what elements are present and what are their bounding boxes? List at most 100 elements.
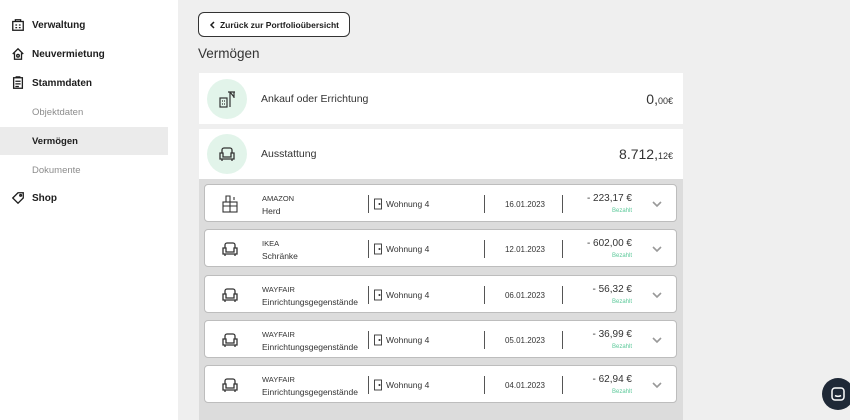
amount-main: 8.712, <box>619 146 658 162</box>
expense-item: Einrichtungsgegenstände <box>262 387 358 397</box>
chat-button[interactable] <box>822 378 850 410</box>
door-icon <box>374 243 382 255</box>
armchair-icon <box>219 374 241 396</box>
expense-amount: - 36,99 € <box>592 329 632 340</box>
expense-list: AMAZON Herd Wohnung 4 16.01.2023 - 223,1… <box>199 179 683 420</box>
expense-vendor: WAYFAIR <box>262 330 295 339</box>
sidebar-item-shop[interactable]: Shop <box>0 184 168 212</box>
divider <box>368 195 369 213</box>
divider <box>562 195 563 213</box>
chevron-down-icon[interactable] <box>650 243 664 255</box>
divider <box>484 240 485 258</box>
door-icon <box>374 379 382 391</box>
expense-row[interactable]: IKEA Schränke Wohnung 4 12.01.2023 - 602… <box>204 229 677 267</box>
category-amount: 0,00€ <box>646 91 673 107</box>
armchair-icon <box>219 238 241 260</box>
expense-status: Bezahlt <box>611 344 632 350</box>
divider <box>562 286 563 304</box>
expense-row[interactable]: WAYFAIR Einrichtungsgegenstände Wohnung … <box>204 320 677 358</box>
expense-date: 05.01.2023 <box>504 336 546 345</box>
document-list-icon <box>10 75 26 91</box>
expense-unit: Wohnung 4 <box>386 380 430 390</box>
armchair-icon <box>219 329 241 351</box>
category-ausstattung[interactable]: Ausstattung 8.712,12€ <box>199 129 683 179</box>
sidebar-subitem-label: Vermögen <box>32 135 78 147</box>
house-key-icon <box>10 46 26 62</box>
divider <box>484 376 485 394</box>
divider <box>484 286 485 304</box>
divider <box>368 240 369 258</box>
expense-amount: - 56,32 € <box>592 284 632 295</box>
sidebar-item-label: Verwaltung <box>32 19 86 31</box>
sidebar-item-label: Stammdaten <box>32 77 93 89</box>
expense-status: Bezahlt <box>611 389 632 395</box>
building-icon <box>10 17 26 33</box>
sidebar-subitem-dokumente[interactable]: Dokumente <box>0 156 168 184</box>
chevron-down-icon[interactable] <box>650 379 664 391</box>
sidebar-item-label: Neuvermietung <box>32 48 105 60</box>
category-label: Ankauf oder Errichtung <box>261 92 369 105</box>
sidebar-subitem-objektdaten[interactable]: Objektdaten <box>0 98 168 126</box>
expense-item: Schränke <box>262 251 298 261</box>
expense-row[interactable]: WAYFAIR Einrichtungsgegenstände Wohnung … <box>204 275 677 313</box>
category-ankauf[interactable]: Ankauf oder Errichtung 0,00€ <box>199 73 683 124</box>
divider <box>484 331 485 349</box>
expense-row[interactable]: AMAZON Herd Wohnung 4 16.01.2023 - 223,1… <box>204 184 677 222</box>
door-icon <box>374 289 382 301</box>
sidebar-item-neuvermietung[interactable]: Neuvermietung <box>0 40 168 68</box>
expense-unit: Wohnung 4 <box>386 199 430 209</box>
divider <box>562 240 563 258</box>
expense-item: Einrichtungsgegenstände <box>262 342 358 352</box>
chevron-down-icon[interactable] <box>650 289 664 301</box>
sidebar-subitem-vermoegen[interactable]: Vermögen <box>0 127 168 155</box>
divider <box>368 331 369 349</box>
expense-date: 12.01.2023 <box>504 245 546 254</box>
amount-cents: 00€ <box>657 95 673 106</box>
expense-amount: - 223,17 € <box>586 193 632 204</box>
door-icon <box>374 198 382 210</box>
sidebar-item-stammdaten[interactable]: Stammdaten <box>0 69 168 97</box>
expense-unit: Wohnung 4 <box>386 335 430 345</box>
armchair-icon <box>219 284 241 306</box>
expense-unit: Wohnung 4 <box>386 290 430 300</box>
page-title: Vermögen <box>198 46 260 61</box>
expense-status: Bezahlt <box>611 208 632 214</box>
expense-status: Bezahlt <box>611 299 632 305</box>
expense-amount: - 62,94 € <box>592 374 632 385</box>
back-button-label: Zurück zur Portfolioübersicht <box>219 19 339 30</box>
divider <box>562 331 563 349</box>
amount-main: 0, <box>646 90 658 107</box>
amount-cents: 12€ <box>657 151 673 161</box>
expense-vendor: WAYFAIR <box>262 285 295 294</box>
chevron-left-icon <box>209 20 215 29</box>
sidebar-item-verwaltung[interactable]: Verwaltung <box>0 11 168 39</box>
armchair-icon <box>207 134 247 174</box>
tag-icon <box>10 190 26 206</box>
expense-row[interactable]: WAYFAIR Einrichtungsgegenstände Wohnung … <box>204 365 677 403</box>
sidebar-subitem-label: Dokumente <box>32 164 81 176</box>
door-icon <box>374 334 382 346</box>
sidebar: Verwaltung Neuvermietung Stammdaten Obje… <box>0 0 178 420</box>
divider <box>368 376 369 394</box>
kitchen-icon <box>219 193 241 215</box>
expense-date: 04.01.2023 <box>504 381 546 390</box>
expense-item: Einrichtungsgegenstände <box>262 297 358 307</box>
category-amount: 8.712,12€ <box>619 146 673 162</box>
divider <box>562 376 563 394</box>
divider <box>368 286 369 304</box>
expense-vendor: WAYFAIR <box>262 375 295 384</box>
construction-icon <box>207 78 247 119</box>
expense-status: Bezahlt <box>611 253 632 259</box>
expense-item: Herd <box>262 206 281 216</box>
expense-vendor: AMAZON <box>262 194 295 203</box>
back-to-portfolio-button[interactable]: Zurück zur Portfolioübersicht <box>198 12 350 37</box>
sidebar-subitem-label: Objektdaten <box>32 106 84 118</box>
expense-amount: - 602,00 € <box>586 238 632 249</box>
expense-unit: Wohnung 4 <box>386 244 430 254</box>
expense-date: 16.01.2023 <box>504 200 546 209</box>
chevron-down-icon[interactable] <box>650 198 664 210</box>
chevron-down-icon[interactable] <box>650 334 664 346</box>
divider <box>484 195 485 213</box>
sidebar-item-label: Shop <box>32 192 57 204</box>
expense-date: 06.01.2023 <box>504 291 546 300</box>
